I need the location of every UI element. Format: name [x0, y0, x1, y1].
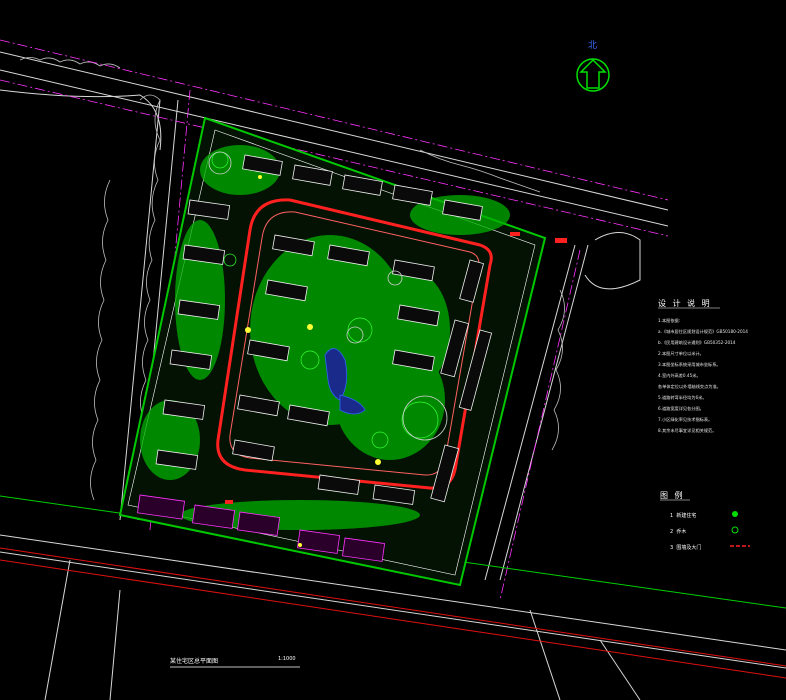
- wall-symbol-icon: [730, 542, 750, 552]
- legend-label: 围墙及大门: [676, 545, 702, 551]
- notes-line: 1.本图依据:: [658, 318, 681, 323]
- notes-title: 设 计 说 明: [658, 299, 712, 308]
- notes-line: 4.室内外高差0.45米。: [658, 373, 701, 378]
- notes-line: 各单体定位以外墙轴线交点为准。: [658, 384, 721, 389]
- legend-num: 1: [670, 513, 674, 519]
- legend-title: 图 例: [660, 491, 685, 500]
- notes-line: 3.本图坐标系统采用城市坐标系。: [658, 362, 721, 367]
- notes-line: b.《民用建筑设计通则》GB50352-2014: [658, 340, 736, 345]
- drawing-title: 某住宅区总平面图: [170, 658, 219, 665]
- legend: 图 例 1 新建住宅 2 乔木 3 围墙及大门: [660, 490, 780, 557]
- tree-symbol-icon: [730, 526, 740, 536]
- legend-num: 3: [670, 545, 674, 551]
- legend-label: 新建住宅: [676, 513, 697, 519]
- north-label: 北: [588, 41, 598, 51]
- notes-line: 8.其余未尽事宜详见相关规范。: [658, 428, 717, 433]
- notes-line: 7.小区绿化率见技术指标表。: [658, 417, 713, 422]
- legend-label: 乔木: [676, 529, 687, 535]
- notes-line: a.《城市居住区规划设计规范》GB50180-2014: [658, 329, 748, 334]
- notes-line: 5.道路转弯半径均为6米。: [658, 395, 707, 400]
- notes-line: 2.本图尺寸单位以米计。: [658, 351, 704, 356]
- legend-item: 3 围墙及大门: [660, 541, 780, 557]
- legend-item: 1 新建住宅: [660, 509, 780, 525]
- north-arrow-icon: [576, 58, 610, 92]
- legend-num: 2: [670, 529, 674, 535]
- drawing-scale: 1:1000: [278, 656, 296, 662]
- notes-line: 6.道路宽度详见各分图。: [658, 406, 704, 411]
- legend-item: 2 乔木: [660, 525, 780, 541]
- design-notes: 设 计 说 明 1.本图依据: a.《城市居住区规划设计规范》GB50180-2…: [658, 298, 782, 436]
- building-symbol-icon: [730, 510, 740, 520]
